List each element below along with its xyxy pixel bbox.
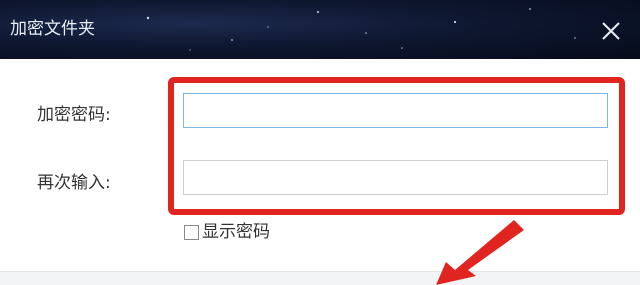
- window-title: 加密文件夹: [10, 19, 95, 39]
- show-password-toggle[interactable]: 显示密码: [184, 221, 270, 243]
- password-label: 加密密码:: [37, 105, 111, 125]
- close-button[interactable]: [596, 16, 626, 46]
- close-icon: [602, 22, 620, 40]
- starfield-background: [146, 8, 576, 51]
- dialog-footer: [0, 271, 640, 285]
- encrypt-folder-dialog: 加密文件夹 加密密码: 再次输入: 显示密码: [0, 0, 640, 285]
- show-password-label: 显示密码: [202, 222, 270, 242]
- confirm-password-input[interactable]: [183, 160, 608, 195]
- title-bar: 加密文件夹: [0, 0, 640, 59]
- confirm-password-label: 再次输入:: [37, 173, 111, 193]
- show-password-checkbox[interactable]: [184, 224, 199, 240]
- password-input[interactable]: [183, 93, 608, 128]
